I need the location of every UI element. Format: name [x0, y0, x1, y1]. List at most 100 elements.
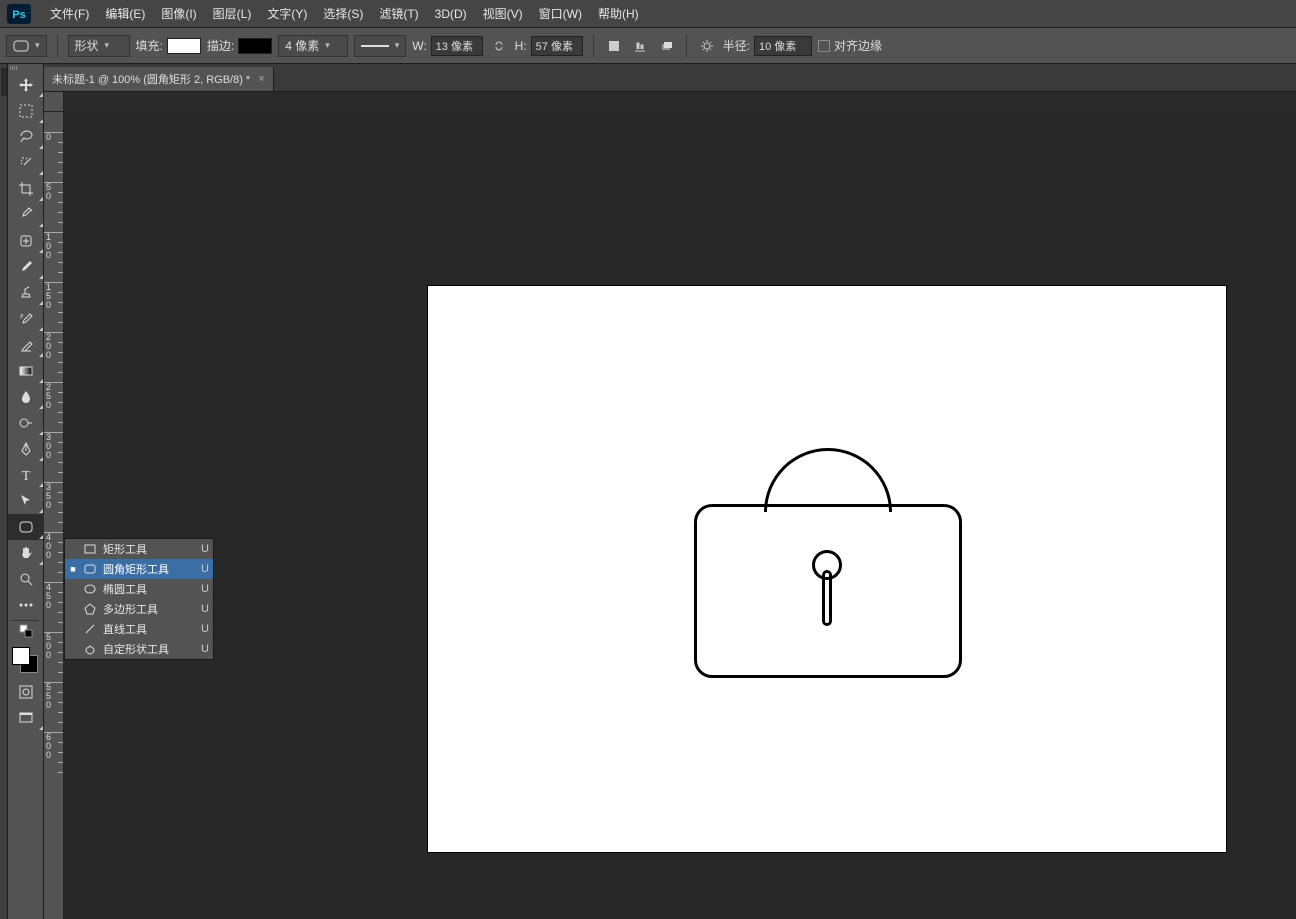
svg-text:T: T: [22, 469, 31, 483]
quickmask-toggle[interactable]: [8, 679, 44, 705]
shape-tool-flyout: 矩形工具U ■ 圆角矩形工具 U 椭圆工具 U 多边形工具 U 直线工具 U 自定形状工具 U: [64, 538, 214, 660]
stroke-style-select[interactable]: ▾: [354, 35, 406, 57]
fill-swatch[interactable]: [167, 38, 201, 54]
width-input[interactable]: 13 像素: [431, 36, 483, 56]
shape-option-rect[interactable]: 矩形工具U: [65, 539, 213, 559]
menu-layer[interactable]: 图层(L): [205, 1, 260, 26]
document-tab[interactable]: 未标题-1 @ 100% (圆角矩形 2, RGB/8) * ×: [44, 67, 274, 91]
shape-option-label: 自定形状工具: [103, 641, 195, 657]
menu-file[interactable]: 文件(F): [42, 1, 97, 26]
document-canvas[interactable]: [428, 286, 1226, 852]
radius-input[interactable]: 10 像素: [754, 36, 812, 56]
menu-edit[interactable]: 编辑(E): [97, 1, 153, 26]
tool-mode-select[interactable]: 形状▾: [68, 35, 130, 57]
menu-filter[interactable]: 滤镜(T): [371, 1, 426, 26]
menu-type[interactable]: 文字(Y): [259, 1, 315, 26]
align-edges-checkbox[interactable]: [818, 40, 830, 52]
toolbox: T: [8, 64, 44, 919]
history-brush-tool[interactable]: [8, 306, 44, 332]
shape-option-label: 直线工具: [103, 621, 195, 637]
eraser-tool[interactable]: [8, 332, 44, 358]
shape-option-poly[interactable]: 多边形工具 U: [65, 599, 213, 619]
svg-text:Ps: Ps: [12, 9, 25, 21]
fg-bg-swatch[interactable]: [8, 643, 44, 679]
shape-option-label: 椭圆工具: [103, 581, 195, 597]
fg-color-swatch[interactable]: [12, 647, 30, 665]
marquee-tool[interactable]: [8, 98, 44, 124]
stroke-swatch[interactable]: [238, 38, 272, 54]
healing-brush-tool[interactable]: [8, 228, 44, 254]
menu-image[interactable]: 图像(I): [153, 1, 204, 26]
height-label: H:: [515, 39, 527, 53]
width-label: W:: [412, 39, 426, 53]
link-wh-icon[interactable]: [489, 36, 509, 56]
shape-option-shortcut: U: [201, 603, 209, 615]
menu-3d[interactable]: 3D(D): [427, 3, 475, 25]
radius-label: 半径:: [723, 37, 750, 54]
selected-mark-icon: ■: [69, 564, 77, 574]
path-align-icon[interactable]: [630, 36, 650, 56]
lock-keyhole-slot[interactable]: [822, 570, 832, 626]
lock-shackle-shape[interactable]: [764, 448, 892, 512]
crop-tool[interactable]: [8, 176, 44, 202]
toolbox-grip[interactable]: [8, 64, 43, 72]
shape-tool[interactable]: [8, 514, 44, 540]
pen-tool[interactable]: [8, 436, 44, 462]
clone-stamp-tool[interactable]: [8, 280, 44, 306]
brush-tool[interactable]: [8, 254, 44, 280]
menu-select[interactable]: 选择(S): [315, 1, 371, 26]
dodge-tool[interactable]: [8, 410, 44, 436]
shape-option-shortcut: U: [201, 543, 209, 555]
eyedropper-tool[interactable]: [8, 202, 44, 228]
gear-icon[interactable]: [697, 36, 717, 56]
stroke-label: 描边:: [207, 37, 234, 54]
shape-option-rrect[interactable]: ■ 圆角矩形工具 U: [65, 559, 213, 579]
path-ops-icon[interactable]: [604, 36, 624, 56]
screenmode-toggle[interactable]: [8, 705, 44, 731]
rounded-rect-icon: [13, 40, 29, 52]
shape-option-custom[interactable]: 自定形状工具 U: [65, 639, 213, 659]
height-input[interactable]: 57 像素: [531, 36, 583, 56]
gradient-tool[interactable]: [8, 358, 44, 384]
left-dock-strip[interactable]: [0, 64, 8, 919]
shape-option-shortcut: U: [201, 623, 209, 635]
document-tab-label: 未标题-1 @ 100% (圆角矩形 2, RGB/8) *: [52, 71, 250, 87]
blur-tool[interactable]: [8, 384, 44, 410]
hand-tool[interactable]: [8, 540, 44, 566]
shape-option-shortcut: U: [201, 643, 209, 655]
menu-window[interactable]: 窗口(W): [531, 1, 590, 26]
ellipse-icon: [83, 583, 97, 595]
caret-icon: ▾: [35, 40, 40, 51]
shape-option-line[interactable]: 直线工具 U: [65, 619, 213, 639]
active-tool-preview[interactable]: ▾: [6, 35, 47, 57]
shape-option-label: 圆角矩形工具: [103, 561, 195, 577]
menu-help[interactable]: 帮助(H): [590, 1, 647, 26]
workspace: 未标题-1 @ 100% (圆角矩形 2, RGB/8) * × 3503002…: [44, 64, 1296, 919]
ruler-origin[interactable]: [44, 92, 64, 112]
line-icon: [83, 623, 97, 635]
edit-toolbar[interactable]: [8, 592, 44, 618]
menu-view[interactable]: 视图(V): [475, 1, 531, 26]
vertical-ruler[interactable]: 050100150200250300350400450500550600: [44, 112, 64, 919]
lasso-tool[interactable]: [8, 124, 44, 150]
solid-line-icon: [361, 45, 388, 47]
shape-option-shortcut: U: [201, 583, 209, 595]
path-select-tool[interactable]: [8, 488, 44, 514]
app-logo-icon: Ps: [4, 3, 34, 25]
path-arrange-icon[interactable]: [656, 36, 676, 56]
close-icon[interactable]: ×: [258, 73, 264, 85]
options-bar: ▾ 形状▾ 填充: 描边: 4 像素▾ ▾ W: 13 像素 H: 57 像素 …: [0, 28, 1296, 64]
rect-icon: [83, 543, 97, 555]
magic-wand-tool[interactable]: [8, 150, 44, 176]
shape-option-ellipse[interactable]: 椭圆工具 U: [65, 579, 213, 599]
stroke-width-select[interactable]: 4 像素▾: [278, 35, 348, 57]
default-fgbg-icon[interactable]: [8, 623, 44, 639]
move-tool[interactable]: [8, 72, 44, 98]
type-tool[interactable]: T: [8, 462, 44, 488]
canvas-area[interactable]: 矩形工具U ■ 圆角矩形工具 U 椭圆工具 U 多边形工具 U 直线工具 U 自定形状工具 U: [64, 112, 1296, 919]
zoom-tool[interactable]: [8, 566, 44, 592]
rrect-icon: [83, 563, 97, 575]
shape-option-shortcut: U: [201, 563, 209, 575]
shape-option-label: 多边形工具: [103, 601, 195, 617]
fill-label: 填充:: [136, 37, 163, 54]
